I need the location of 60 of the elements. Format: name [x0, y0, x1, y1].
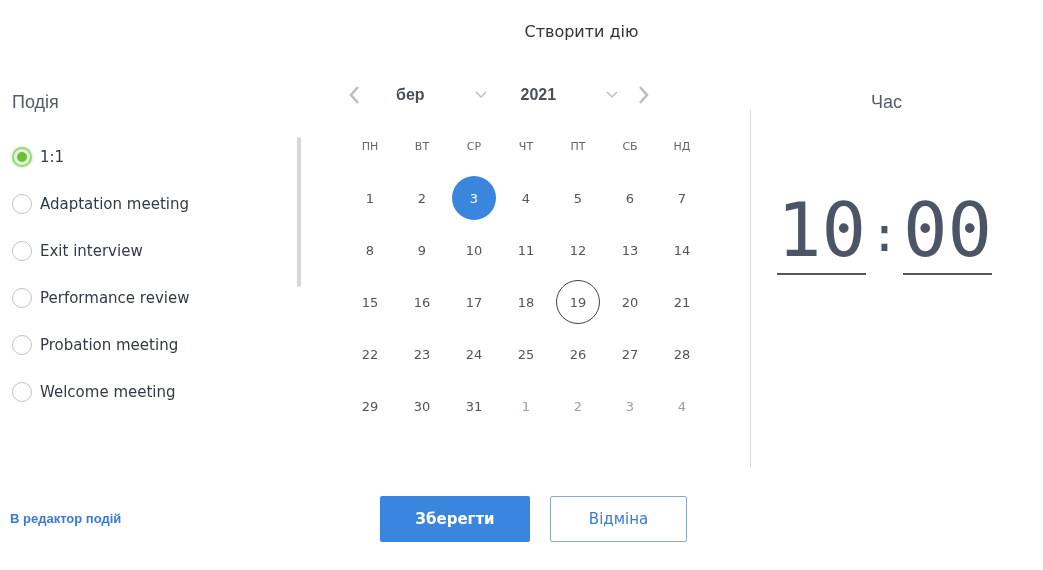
weekday-label: СР	[465, 138, 483, 155]
next-icon[interactable]	[638, 85, 651, 105]
calendar-day[interactable]: 11	[504, 228, 548, 272]
year-select[interactable]: 2021	[520, 86, 557, 104]
calendar-day[interactable]: 21	[660, 280, 704, 324]
calendar-day[interactable]: 14	[660, 228, 704, 272]
calendar-day[interactable]: 7	[660, 176, 704, 220]
calendar-day[interactable]: 5	[556, 176, 600, 220]
calendar-day[interactable]: 2	[400, 176, 444, 220]
calendar-day[interactable]: 16	[400, 280, 444, 324]
month-select[interactable]: бер	[396, 86, 425, 104]
calendar-day[interactable]: 31	[452, 384, 496, 428]
calendar-day[interactable]: 27	[608, 332, 652, 376]
weekday-label: ПТ	[569, 138, 587, 155]
event-label: Подія	[12, 92, 60, 113]
calendar-day[interactable]: 22	[348, 332, 392, 376]
calendar-day[interactable]: 1	[348, 176, 392, 220]
event-option[interactable]: 1:1	[40, 147, 65, 166]
radio-button[interactable]	[12, 146, 32, 167]
calendar-day[interactable]: 20	[608, 280, 652, 324]
caret-icon[interactable]	[606, 91, 619, 99]
calendar-day[interactable]: 23	[400, 332, 444, 376]
weekday-label: СБ	[621, 138, 639, 155]
calendar-day[interactable]: 28	[660, 332, 704, 376]
calendar-day[interactable]: 30	[400, 384, 444, 428]
calendar-day[interactable]: 18	[504, 280, 548, 324]
calendar-day[interactable]: 13	[608, 228, 652, 272]
calendar-day[interactable]: 8	[348, 228, 392, 272]
caret-icon[interactable]	[474, 91, 487, 99]
save-button[interactable]: Зберегти	[380, 495, 530, 542]
calendar-day[interactable]: 17	[452, 280, 496, 324]
calendar-day[interactable]: 25	[504, 332, 548, 376]
minutes-field[interactable]: 00	[903, 193, 993, 275]
calendar-day[interactable]: 15	[348, 280, 392, 324]
scrollbar[interactable]	[297, 137, 301, 287]
event-option[interactable]: Probation meeting	[40, 335, 179, 354]
time-separator: :	[870, 206, 899, 262]
calendar-day[interactable]: 6	[608, 176, 652, 220]
dialog-title: Створити дію	[524, 21, 639, 41]
calendar-day[interactable]: 3	[452, 176, 496, 220]
time-label: Час	[871, 92, 903, 113]
event-option[interactable]: Adaptation meeting	[40, 194, 189, 213]
weekday-label: ВТ	[413, 138, 431, 155]
event-option[interactable]: Exit interview	[40, 241, 143, 260]
weekday-label: НД	[672, 138, 692, 155]
event-editor-link[interactable]: В редактор подій	[10, 511, 380, 526]
calendar-day[interactable]: 26	[556, 332, 600, 376]
weekday-label: ПН	[360, 138, 380, 155]
calendar-day[interactable]: 10	[452, 228, 496, 272]
calendar-day[interactable]: 29	[348, 384, 392, 428]
weekday-label: ЧТ	[517, 138, 535, 155]
event-option[interactable]: Performance review	[40, 288, 190, 307]
cancel-button[interactable]: Відміна	[550, 495, 687, 542]
calendar-day[interactable]: 9	[400, 228, 444, 272]
calendar-day[interactable]: 4	[504, 176, 548, 220]
calendar-day[interactable]: 24	[452, 332, 496, 376]
previous-icon[interactable]	[348, 85, 360, 105]
calendar-day[interactable]: 12	[556, 228, 600, 272]
event-option[interactable]: Welcome meeting	[40, 382, 176, 401]
hours-field[interactable]: 10	[777, 193, 867, 275]
